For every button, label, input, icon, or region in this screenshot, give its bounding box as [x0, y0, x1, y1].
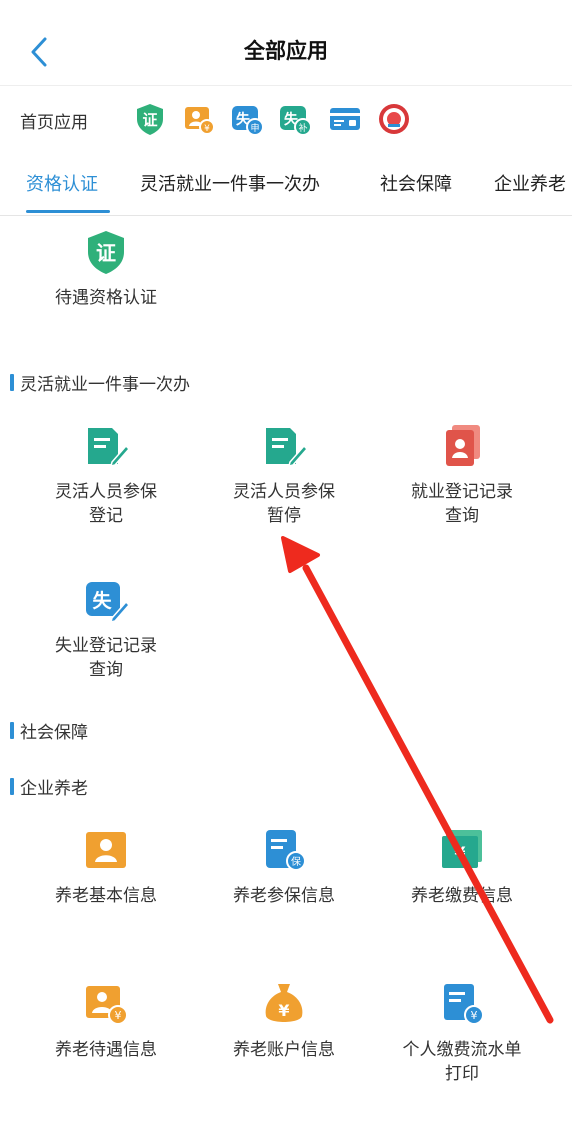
home-apps-row: 首页应用 证 ¥ 失 申 失 补	[0, 96, 572, 144]
category-tabs: 资格认证 灵活就业一件事一次办 社会保障 企业养老	[0, 152, 572, 216]
tile-pension-basic-info[interactable]: 养老基本信息	[11, 826, 201, 908]
insurance-doc-icon: 保	[266, 830, 306, 871]
tile-flexible-registration[interactable]: 灵活人员参保 登记	[11, 422, 201, 528]
tile-label: 失业登记记录 查询	[55, 636, 157, 680]
unemployment-subsidy-icon-sub: 补	[298, 122, 307, 134]
tile-payment-statement-print[interactable]: ¥ 个人缴费流水单 打印	[367, 980, 557, 1086]
profile-card-icon	[446, 425, 480, 466]
section-title-pension: 企业养老	[10, 774, 88, 799]
section-marker	[10, 722, 14, 739]
tile-flexible-suspension[interactable]: 灵活人员参保 暂停	[189, 422, 379, 528]
tile-pension-benefit-info[interactable]: ¥ 养老待遇信息	[11, 980, 201, 1062]
section-title-text: 灵活就业一件事一次办	[20, 375, 190, 395]
emblem-icon[interactable]	[377, 102, 411, 136]
document-edit-icon	[266, 428, 308, 468]
tab-qualification[interactable]: 资格认证	[26, 170, 98, 196]
tile-label: 养老基本信息	[55, 886, 157, 906]
top-nav-bar: 全部应用	[0, 0, 572, 86]
money-bag-icon-badge: ¥	[278, 1001, 289, 1020]
section-title-text: 社会保障	[20, 723, 88, 743]
tile-label: 养老账户信息	[233, 1040, 335, 1060]
tile-label: 灵活人员参保 登记	[55, 482, 157, 526]
tile-unemployment-record-query[interactable]: 失 失业登记记录 查询	[11, 576, 201, 682]
receipt-print-icon: ¥	[444, 984, 484, 1025]
pension-person-icon-yen: ¥	[204, 124, 210, 134]
document-edit-icon	[88, 428, 130, 468]
tile-label: 就业登记记录 查询	[411, 482, 513, 526]
pension-person-icon[interactable]: ¥	[182, 102, 216, 136]
tile-pension-insurance-info[interactable]: 保 养老参保信息	[189, 826, 379, 908]
section-title-flexible: 灵活就业一件事一次办	[10, 370, 190, 395]
payment-card-icon-badge: ¥	[454, 843, 465, 862]
unemployment-apply-icon[interactable]: 失 申	[230, 102, 264, 136]
tab-social-security[interactable]: 社会保障	[380, 170, 452, 196]
cert-icon: 证	[88, 231, 124, 274]
cert-icon-text: 证	[142, 111, 157, 129]
tile-label: 养老待遇信息	[55, 1040, 157, 1060]
card-icon[interactable]	[328, 102, 362, 136]
tile-benefit-qualification[interactable]: 证 待遇资格认证	[11, 228, 201, 310]
receipt-print-icon-badge: ¥	[471, 1009, 478, 1022]
tile-pension-payment-info[interactable]: ¥ 养老缴费信息	[367, 826, 557, 908]
tab-flexible-employment[interactable]: 灵活就业一件事一次办	[140, 170, 320, 196]
tile-pension-account-info[interactable]: ¥ 养老账户信息	[189, 980, 379, 1062]
unemployment-edit-icon-text: 失	[92, 589, 112, 612]
tile-employment-record-query[interactable]: 就业登记记录 查询	[367, 422, 557, 528]
unemployment-subsidy-icon[interactable]: 失 补	[278, 102, 312, 136]
tile-label: 灵活人员参保 暂停	[233, 482, 335, 526]
home-apps-label: 首页应用	[20, 113, 88, 133]
page-title: 全部应用	[244, 39, 328, 63]
tile-label: 个人缴费流水单 打印	[402, 1040, 522, 1084]
money-bag-icon: ¥	[265, 984, 303, 1022]
section-title-text: 企业养老	[20, 779, 88, 799]
tab-enterprise-pension[interactable]: 企业养老	[494, 170, 566, 196]
insurance-doc-icon-badge: 保	[291, 855, 301, 868]
payment-card-icon: ¥	[442, 830, 482, 868]
active-tab-indicator	[26, 210, 110, 213]
unemployment-apply-icon-sub: 申	[250, 122, 259, 134]
cert-icon-text: 证	[96, 241, 116, 265]
person-money-icon: ¥	[86, 986, 128, 1025]
section-title-social: 社会保障	[10, 718, 88, 743]
tile-label: 养老缴费信息	[411, 886, 513, 906]
unemployment-edit-icon: 失	[86, 582, 130, 624]
person-card-icon	[86, 832, 126, 868]
section-marker	[10, 374, 14, 391]
tile-label: 养老参保信息	[233, 886, 335, 906]
person-money-icon-badge: ¥	[115, 1009, 122, 1022]
cert-icon[interactable]: 证	[133, 102, 167, 136]
tile-label: 待遇资格认证	[55, 288, 157, 308]
section-marker	[10, 778, 14, 795]
